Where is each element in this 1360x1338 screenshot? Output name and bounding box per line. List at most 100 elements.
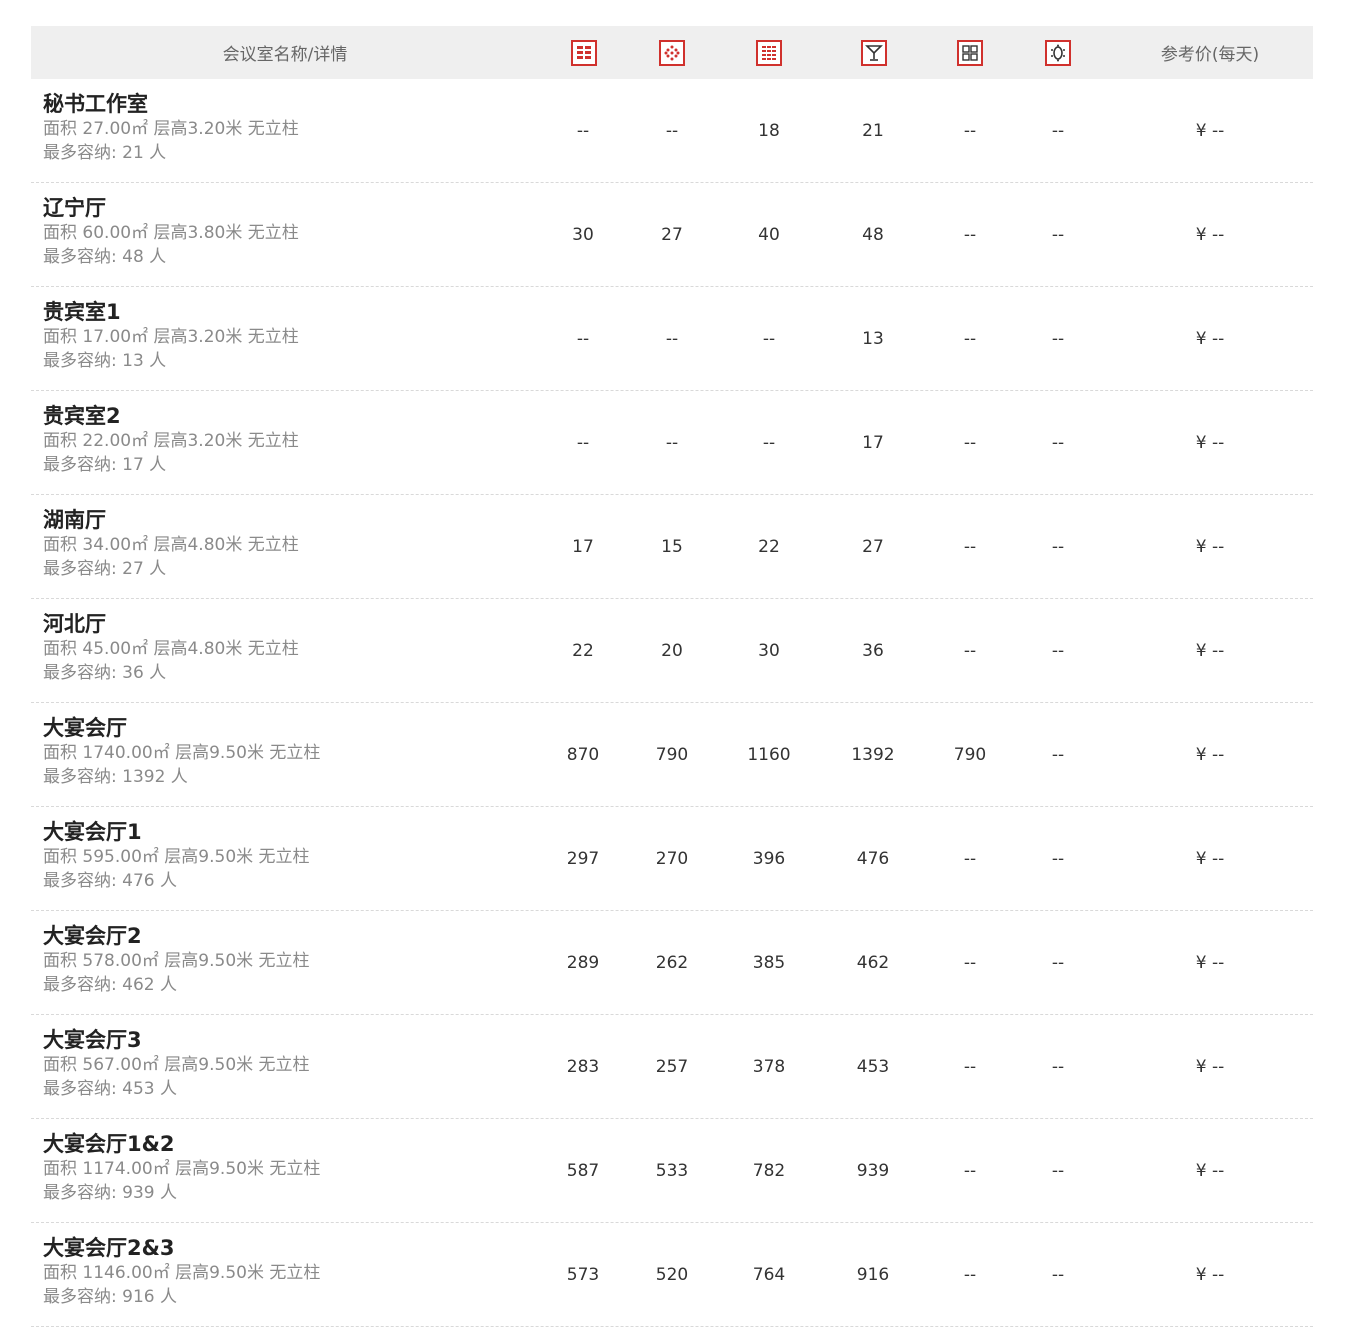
room-name[interactable]: 大宴会厅3	[43, 1027, 310, 1053]
room-capacity: 最多容纳: 48 人	[43, 247, 167, 267]
room-info: 河北厅 面积 45.00㎡ 层高4.80米 无立柱 最多容纳: 36 人	[43, 611, 299, 685]
room-capacity: 最多容纳: 36 人	[43, 663, 167, 683]
theater-capacity-cell: 17	[572, 536, 594, 557]
price-cell: ¥ --	[1195, 848, 1225, 869]
boardroom-capacity-cell: --	[1051, 536, 1065, 557]
theater-layout-icon	[570, 26, 598, 79]
price-cell: ¥ --	[1195, 1056, 1225, 1077]
classroom-capacity-cell: 30	[758, 640, 780, 661]
price-cell: ¥ --	[1195, 640, 1225, 661]
cocktail-capacity-cell: 453	[856, 1056, 890, 1077]
table-row[interactable]: 贵宾室2 面积 22.00㎡ 层高3.20米 无立柱 最多容纳: 17 人 -- -- -…	[31, 391, 1313, 495]
cocktail-capacity-cell: 13	[862, 328, 884, 349]
room-name[interactable]: 大宴会厅1	[43, 819, 310, 845]
u-shape-layout-icon	[956, 26, 984, 79]
banquet-capacity-cell: 533	[655, 1160, 689, 1181]
banquet-capacity-cell: 790	[655, 744, 689, 765]
banquet-capacity-cell: 270	[655, 848, 689, 869]
room-info: 贵宾室1 面积 17.00㎡ 层高3.20米 无立柱 最多容纳: 13 人	[43, 299, 299, 373]
table-row[interactable]: 贵宾室1 面积 17.00㎡ 层高3.20米 无立柱 最多容纳: 13 人 -- -- -…	[31, 287, 1313, 391]
banquet-capacity-cell: --	[665, 432, 679, 453]
theater-capacity-cell: 289	[566, 952, 600, 973]
classroom-capacity-cell: 378	[752, 1056, 786, 1077]
boardroom-capacity-cell: --	[1051, 1160, 1065, 1181]
classroom-capacity-cell: 782	[752, 1160, 786, 1181]
room-info: 秘书工作室 面积 27.00㎡ 层高3.20米 无立柱 最多容纳: 21 人	[43, 91, 299, 165]
room-info: 大宴会厅1 面积 595.00㎡ 层高9.50米 无立柱 最多容纳: 476 人	[43, 819, 310, 893]
room-name[interactable]: 湖南厅	[43, 507, 299, 533]
table-row[interactable]: 辽宁厅 面积 60.00㎡ 层高3.80米 无立柱 最多容纳: 48 人 30 27 40…	[31, 183, 1313, 287]
table-row[interactable]: 大宴会厅 面积 1740.00㎡ 层高9.50米 无立柱 最多容纳: 1392 人 8…	[31, 703, 1313, 807]
u-shape-capacity-cell: --	[963, 224, 977, 245]
boardroom-capacity-cell: --	[1051, 640, 1065, 661]
classroom-capacity-cell: 22	[758, 536, 780, 557]
room-info: 大宴会厅2&3 面积 1146.00㎡ 层高9.50米 无立柱 最多容纳: 916 …	[43, 1235, 320, 1309]
theater-capacity-cell: 870	[566, 744, 600, 765]
room-area-detail: 面积 22.00㎡ 层高3.20米 无立柱	[43, 431, 299, 451]
boardroom-capacity-cell: --	[1051, 1056, 1065, 1077]
u-shape-capacity-cell: --	[963, 1160, 977, 1181]
room-area-detail: 面积 1146.00㎡ 层高9.50米 无立柱	[43, 1263, 321, 1283]
room-info: 大宴会厅1&2 面积 1174.00㎡ 层高9.50米 无立柱 最多容纳: 939 …	[43, 1131, 320, 1205]
table-row[interactable]: 大宴会厅2 面积 578.00㎡ 层高9.50米 无立柱 最多容纳: 462 人 28…	[31, 911, 1313, 1015]
cocktail-capacity-cell: 939	[856, 1160, 890, 1181]
room-area-detail: 面积 45.00㎡ 层高4.80米 无立柱	[43, 639, 299, 659]
room-name[interactable]: 辽宁厅	[43, 195, 299, 221]
banquet-capacity-cell: 520	[655, 1264, 689, 1285]
room-name[interactable]: 大宴会厅	[43, 715, 320, 741]
table-row[interactable]: 大宴会厅3 面积 567.00㎡ 层高9.50米 无立柱 最多容纳: 453 人 28…	[31, 1015, 1313, 1119]
boardroom-capacity-cell: --	[1051, 744, 1065, 765]
banquet-capacity-cell: 27	[661, 224, 683, 245]
room-area-detail: 面积 27.00㎡ 层高3.20米 无立柱	[43, 119, 299, 139]
boardroom-capacity-cell: --	[1051, 848, 1065, 869]
table-row[interactable]: 大宴会厅1&2 面积 1174.00㎡ 层高9.50米 无立柱 最多容纳: 939 …	[31, 1119, 1313, 1223]
room-name[interactable]: 大宴会厅2	[43, 923, 310, 949]
price-cell: ¥ --	[1195, 744, 1225, 765]
room-info: 大宴会厅2 面积 578.00㎡ 层高9.50米 无立柱 最多容纳: 462 人	[43, 923, 310, 997]
banquet-capacity-cell: --	[665, 120, 679, 141]
room-name[interactable]: 秘书工作室	[43, 91, 299, 117]
table-row[interactable]: 河北厅 面积 45.00㎡ 层高4.80米 无立柱 最多容纳: 36 人 22 20 30…	[31, 599, 1313, 703]
room-capacity: 最多容纳: 1392 人	[43, 767, 188, 787]
room-name[interactable]: 大宴会厅2&3	[43, 1235, 320, 1261]
u-shape-capacity-cell: 790	[953, 744, 987, 765]
price-cell: ¥ --	[1195, 224, 1225, 245]
room-name[interactable]: 大宴会厅1&2	[43, 1131, 320, 1157]
room-area-detail: 面积 595.00㎡ 层高9.50米 无立柱	[43, 847, 310, 867]
price-cell: ¥ --	[1195, 120, 1225, 141]
table-header: 会议室名称/详情 参考价(每天)	[31, 26, 1313, 79]
theater-capacity-cell: 573	[566, 1264, 600, 1285]
price-cell: ¥ --	[1195, 536, 1225, 557]
boardroom-capacity-cell: --	[1051, 432, 1065, 453]
banquet-capacity-cell: 20	[661, 640, 683, 661]
room-name[interactable]: 贵宾室1	[43, 299, 299, 325]
table-row[interactable]: 大宴会厅1 面积 595.00㎡ 层高9.50米 无立柱 最多容纳: 476 人 29…	[31, 807, 1313, 911]
table-row[interactable]: 湖南厅 面积 34.00㎡ 层高4.80米 无立柱 最多容纳: 27 人 17 15 22…	[31, 495, 1313, 599]
price-cell: ¥ --	[1195, 952, 1225, 973]
theater-capacity-cell: --	[576, 328, 590, 349]
cocktail-layout-icon	[860, 26, 888, 79]
room-info: 辽宁厅 面积 60.00㎡ 层高3.80米 无立柱 最多容纳: 48 人	[43, 195, 299, 269]
theater-capacity-cell: --	[576, 432, 590, 453]
classroom-capacity-cell: --	[762, 432, 776, 453]
room-area-detail: 面积 567.00㎡ 层高9.50米 无立柱	[43, 1055, 310, 1075]
banquet-capacity-cell: 262	[655, 952, 689, 973]
table-row[interactable]: 秘书工作室 面积 27.00㎡ 层高3.20米 无立柱 最多容纳: 21 人 -- --…	[31, 79, 1313, 183]
room-info: 大宴会厅3 面积 567.00㎡ 层高9.50米 无立柱 最多容纳: 453 人	[43, 1027, 310, 1101]
room-capacity: 最多容纳: 476 人	[43, 871, 177, 891]
room-capacity: 最多容纳: 13 人	[43, 351, 167, 371]
u-shape-capacity-cell: --	[963, 536, 977, 557]
u-shape-capacity-cell: --	[963, 952, 977, 973]
u-shape-capacity-cell: --	[963, 848, 977, 869]
theater-capacity-cell: 297	[566, 848, 600, 869]
room-area-detail: 面积 1740.00㎡ 层高9.50米 无立柱	[43, 743, 321, 763]
room-name[interactable]: 贵宾室2	[43, 403, 299, 429]
room-name[interactable]: 河北厅	[43, 611, 299, 637]
room-info: 贵宾室2 面积 22.00㎡ 层高3.20米 无立柱 最多容纳: 17 人	[43, 403, 299, 477]
room-area-detail: 面积 60.00㎡ 层高3.80米 无立柱	[43, 223, 299, 243]
classroom-capacity-cell: 40	[758, 224, 780, 245]
boardroom-layout-icon	[1044, 26, 1072, 79]
banquet-capacity-cell: --	[665, 328, 679, 349]
table-row[interactable]: 大宴会厅2&3 面积 1146.00㎡ 层高9.50米 无立柱 最多容纳: 916 …	[31, 1223, 1313, 1327]
u-shape-capacity-cell: --	[963, 1056, 977, 1077]
